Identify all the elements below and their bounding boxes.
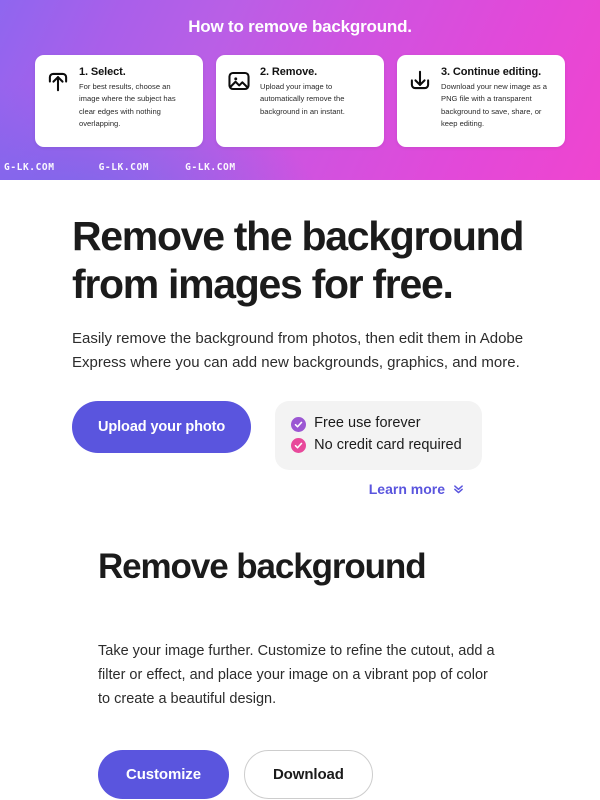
- page-subtitle: Easily remove the background from photos…: [72, 329, 524, 372]
- main-content: Remove the background from images for fr…: [0, 212, 600, 497]
- benefit-item: Free use forever: [291, 413, 462, 435]
- cta-row: Upload your photo Free use forever No cr…: [72, 401, 528, 470]
- customize-button[interactable]: Customize: [98, 749, 229, 799]
- step-card-title: 3. Continue editing.: [441, 66, 542, 78]
- step-card-select[interactable]: 1. Select. For best results, choose an i…: [35, 55, 203, 147]
- upload-icon: [45, 68, 71, 94]
- step-card-title: 1. Select.: [79, 66, 126, 78]
- watermark: G-LK.COM: [4, 162, 55, 173]
- image-icon: [226, 68, 252, 94]
- hero-banner: How to remove background. 1. Select. For…: [0, 0, 600, 180]
- watermark-row: G-LK.COM G-LK.COM G-LK.COM: [0, 162, 600, 173]
- benefits-box: Free use forever No credit card required: [275, 401, 482, 470]
- download-button[interactable]: Download: [243, 749, 373, 799]
- watermark: G-LK.COM: [185, 162, 236, 173]
- step-card-description: Download your new image as a PNG file wi…: [441, 82, 547, 128]
- step-card-remove[interactable]: 2. Remove. Upload your image to automati…: [216, 55, 384, 147]
- benefit-label: No credit card required: [314, 437, 462, 454]
- step-card-body: 2. Remove. Upload your image to automati…: [260, 66, 373, 136]
- step-card-continue-editing[interactable]: 3. Continue editing. Download your new i…: [397, 55, 565, 147]
- benefit-label: Free use forever: [314, 415, 421, 432]
- step-card-title: 2. Remove.: [260, 66, 318, 78]
- step-card-description: Upload your image to automatically remov…: [260, 82, 345, 116]
- section-button-row: Customize Download: [98, 749, 502, 799]
- step-card-body: 1. Select. For best results, choose an i…: [79, 66, 192, 136]
- check-circle-icon: [291, 416, 307, 432]
- download-icon: [407, 68, 433, 94]
- chevron-double-down-icon: [452, 482, 465, 495]
- remove-background-section: Remove background Take your image furthe…: [0, 547, 600, 799]
- learn-more-label: Learn more: [368, 480, 445, 497]
- benefit-item: No credit card required: [291, 435, 462, 457]
- step-card-description: For best results, choose an image where …: [79, 82, 176, 128]
- learn-more-link[interactable]: Learn more: [369, 481, 465, 497]
- learn-more-row: Learn more: [72, 481, 528, 497]
- page-title: Remove the background from images for fr…: [72, 213, 524, 308]
- steps-card-list: 1. Select. For best results, choose an i…: [0, 37, 600, 147]
- section-title: Remove background: [98, 546, 427, 586]
- step-card-body: 3. Continue editing. Download your new i…: [441, 66, 554, 136]
- upload-photo-button[interactable]: Upload your photo: [72, 401, 252, 454]
- watermark: G-LK.COM: [98, 162, 150, 173]
- section-paragraph: Take your image further. Customize to re…: [98, 643, 495, 707]
- check-circle-icon: [291, 438, 307, 454]
- hero-title: How to remove background.: [188, 17, 412, 36]
